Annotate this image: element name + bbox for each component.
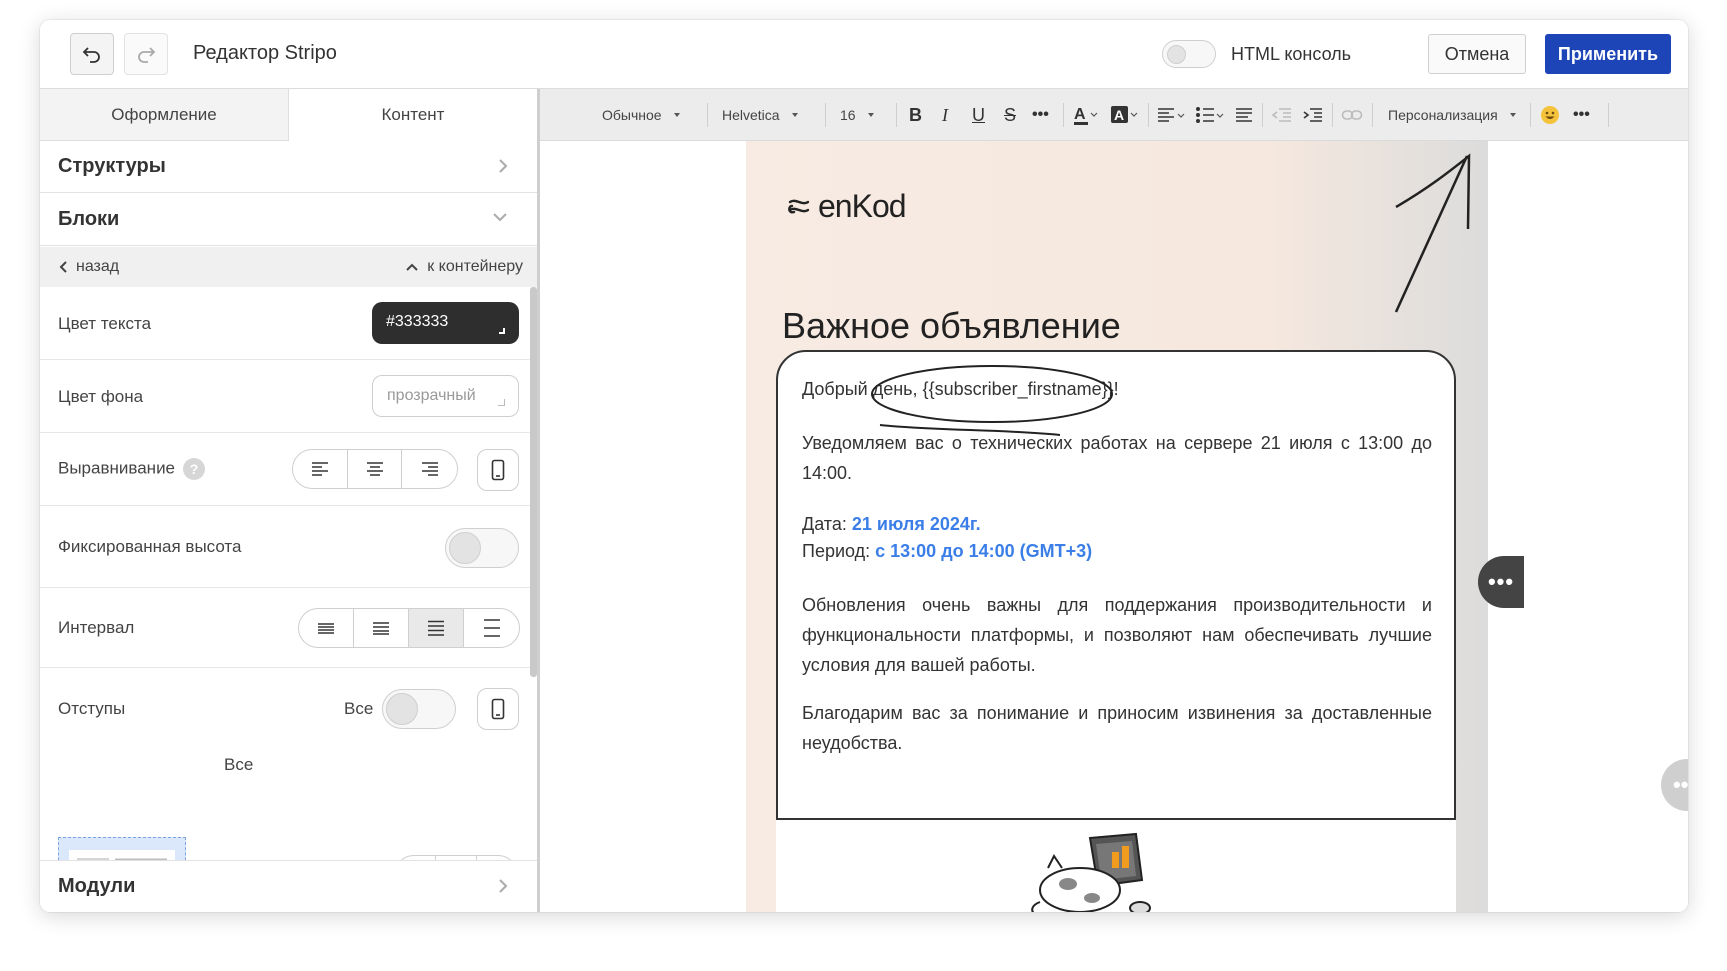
editor-window: Редактор Stripo HTML консоль Отмена Прим… bbox=[40, 20, 1688, 912]
line-spacing-tight-icon bbox=[318, 623, 334, 634]
text-color-value: #333333 bbox=[386, 313, 449, 330]
section-blocks-label: Блоки bbox=[58, 208, 120, 230]
settings-panel: Оформление Контент Структуры Блоки назад… bbox=[40, 89, 540, 912]
toggle-knob bbox=[386, 693, 418, 725]
toggle-knob bbox=[449, 532, 481, 564]
align-center-icon bbox=[366, 462, 383, 476]
html-console-label: HTML консоль bbox=[1231, 44, 1352, 64]
block-nav: назад к контейнеру bbox=[40, 247, 537, 287]
alignment-group bbox=[292, 449, 458, 489]
back-label: назад bbox=[76, 258, 120, 275]
cancel-button[interactable]: Отмена bbox=[1428, 34, 1526, 74]
prop-bg-color: Цвет фона прозрачный bbox=[40, 360, 530, 433]
apply-button[interactable]: Применить bbox=[1545, 34, 1671, 74]
alignment-label-group: Выравнивание? bbox=[58, 458, 206, 480]
panel-scrollbar[interactable] bbox=[530, 287, 537, 677]
prop-fixed-height: Фиксированная высота bbox=[40, 506, 530, 588]
mobile-icon bbox=[491, 698, 505, 720]
interval-option-3[interactable] bbox=[409, 609, 464, 647]
section-structures-label: Структуры bbox=[58, 155, 166, 177]
tab-content[interactable]: Контент bbox=[289, 89, 537, 141]
section-modules[interactable]: Модули bbox=[40, 860, 537, 912]
back-link[interactable]: назад bbox=[58, 258, 119, 276]
interval-option-1[interactable] bbox=[299, 609, 354, 647]
panel-tabs: Оформление Контент bbox=[40, 89, 537, 141]
email-canvas: Обычное Helvetica 16 B I U S ••• A A Пер… bbox=[540, 89, 1688, 912]
to-container-label: к контейнеру bbox=[427, 258, 523, 275]
fixed-height-label: Фиксированная высота bbox=[58, 537, 242, 556]
text-color-picker[interactable]: #333333 bbox=[372, 302, 519, 344]
bg-color-label: Цвет фона bbox=[58, 387, 144, 406]
prop-interval: Интервал bbox=[40, 588, 530, 668]
bg-color-value: прозрачный bbox=[387, 387, 476, 404]
html-console-toggle[interactable] bbox=[1162, 40, 1216, 68]
undo-icon bbox=[82, 47, 100, 63]
help-icon[interactable]: ? bbox=[183, 458, 206, 480]
section-modules-label: Модули bbox=[58, 875, 136, 897]
mobile-padding-button[interactable] bbox=[477, 688, 519, 730]
bg-color-picker[interactable]: прозрачный bbox=[372, 375, 519, 417]
chevron-left-icon bbox=[59, 261, 67, 273]
mobile-alignment-button[interactable] bbox=[477, 449, 519, 491]
fixed-height-toggle[interactable] bbox=[445, 528, 519, 568]
section-blocks[interactable]: Блоки bbox=[40, 194, 537, 246]
padding-label: Отступы bbox=[58, 699, 126, 718]
padding-all-label: Все bbox=[344, 699, 374, 718]
tab-design[interactable]: Оформление bbox=[40, 89, 289, 141]
redo-icon bbox=[138, 47, 156, 63]
picker-corner-icon bbox=[499, 328, 505, 334]
align-left-button[interactable] bbox=[293, 450, 348, 488]
interval-option-4[interactable] bbox=[464, 609, 519, 647]
to-container-link[interactable]: к контейнеру bbox=[405, 258, 523, 276]
alignment-label: Выравнивание bbox=[58, 458, 176, 478]
chevron-up-icon bbox=[406, 263, 418, 271]
top-bar: Редактор Stripo HTML консоль Отмена Прим… bbox=[40, 20, 1688, 89]
line-spacing-loose-icon bbox=[483, 619, 500, 637]
align-right-button[interactable] bbox=[402, 450, 457, 488]
chevron-right-icon bbox=[499, 159, 508, 173]
interval-group bbox=[298, 608, 520, 648]
mobile-icon bbox=[491, 459, 505, 481]
section-structures[interactable]: Структуры bbox=[40, 141, 537, 193]
highlight-annotation bbox=[871, 153, 1471, 436]
padding-all-toggle[interactable] bbox=[382, 689, 456, 729]
align-left-icon bbox=[311, 462, 328, 476]
undo-button[interactable] bbox=[70, 33, 114, 75]
text-color-label: Цвет текста bbox=[58, 314, 152, 333]
app-title: Редактор Stripo bbox=[193, 42, 337, 64]
picker-corner-icon bbox=[498, 399, 505, 406]
line-spacing-normal-icon bbox=[373, 622, 389, 635]
padding-all-stepper-label: Все bbox=[224, 755, 254, 774]
chevron-right-icon bbox=[499, 879, 508, 893]
interval-label: Интервал bbox=[58, 618, 135, 637]
align-right-icon bbox=[421, 462, 438, 476]
redo-button[interactable] bbox=[124, 33, 168, 75]
prop-text-color: Цвет текста #333333 bbox=[40, 287, 530, 360]
line-spacing-relaxed-icon bbox=[428, 620, 444, 636]
interval-option-2[interactable] bbox=[354, 609, 409, 647]
chevron-down-icon bbox=[493, 213, 507, 222]
align-center-button[interactable] bbox=[348, 450, 403, 488]
toggle-knob bbox=[1167, 45, 1186, 64]
prop-alignment: Выравнивание? bbox=[40, 433, 530, 506]
